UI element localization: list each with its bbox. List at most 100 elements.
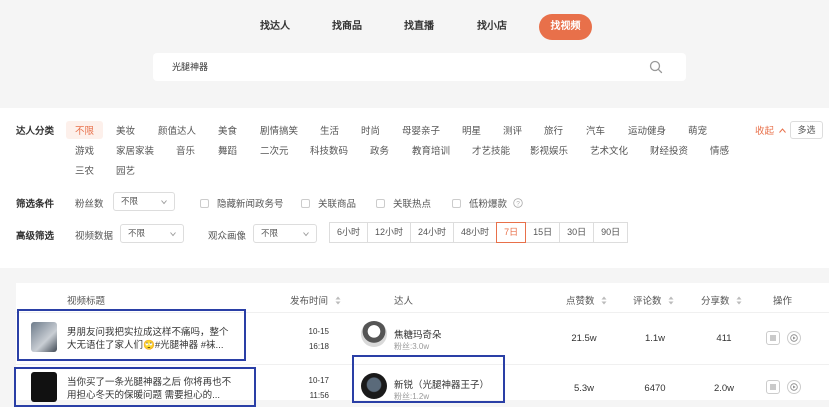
tab-find-product[interactable]: 找商品 <box>324 14 370 40</box>
category-item[interactable]: 家居家装 <box>116 143 154 157</box>
category-item[interactable]: 颜值达人 <box>158 123 196 137</box>
advanced-label: 高级筛选 <box>16 231 55 242</box>
category-item[interactable]: 测评 <box>503 123 522 137</box>
collapse-label: 收起 <box>755 126 775 137</box>
related-hot-checkbox[interactable]: 关联热点 <box>376 196 431 210</box>
play-button[interactable] <box>787 380 801 394</box>
category-item[interactable]: 三农 <box>75 163 94 177</box>
category-item[interactable]: 美妆 <box>116 123 135 137</box>
category-item[interactable]: 情感 <box>710 143 729 157</box>
search-input[interactable]: 光腿神器 <box>153 53 686 81</box>
category-item[interactable]: 游戏 <box>75 143 94 157</box>
svg-text:?: ? <box>516 200 520 207</box>
category-item[interactable]: 美食 <box>218 123 237 137</box>
help-icon[interactable]: ? <box>512 198 523 208</box>
search-input-value[interactable]: 光腿神器 <box>172 53 208 81</box>
publish-time: 16:18 <box>308 342 329 351</box>
related-product-checkbox[interactable]: 关联商品 <box>301 196 356 210</box>
search-type-tabs: 找达人 找商品 找直播 找小店 找视频 <box>0 14 829 40</box>
sort-icon[interactable] <box>335 296 341 305</box>
search-icon[interactable] <box>649 60 663 74</box>
comments-count: 6470 <box>644 383 666 394</box>
screen-label: 筛选条件 <box>16 199 55 210</box>
category-item[interactable]: 政务 <box>370 143 389 157</box>
play-button[interactable] <box>787 331 801 345</box>
category-item[interactable]: 运动健身 <box>628 123 666 137</box>
time-range-12h[interactable]: 12小时 <box>367 222 412 243</box>
video-data-value: 不限 <box>128 228 146 238</box>
col-actions: 操作 <box>773 296 793 307</box>
fans-label: 粉丝数 <box>75 199 104 210</box>
col-comments[interactable]: 评论数 <box>633 293 674 307</box>
avatar[interactable] <box>361 321 387 347</box>
col-likes[interactable]: 点赞数 <box>566 293 607 307</box>
creator-fans: 粉丝:3.0w <box>394 342 430 351</box>
tab-find-creator[interactable]: 找达人 <box>252 14 298 40</box>
multi-select-button[interactable]: 多选 <box>790 121 823 139</box>
time-range-15d[interactable]: 15日 <box>525 222 561 243</box>
category-item[interactable]: 财经投资 <box>650 143 688 157</box>
time-range-48h[interactable]: 48小时 <box>453 222 498 243</box>
hide-news-checkbox[interactable]: 隐藏新闻政务号 <box>200 196 284 210</box>
category-item[interactable]: 教育培训 <box>412 143 450 157</box>
tab-find-live[interactable]: 找直播 <box>396 14 442 40</box>
checkbox-box[interactable] <box>301 199 310 208</box>
col-shares-label: 分享数 <box>701 296 730 307</box>
shares-count: 2.0w <box>713 383 735 394</box>
checkbox-label: 关联热点 <box>393 199 432 210</box>
tab-find-video[interactable]: 找视频 <box>539 14 592 40</box>
fans-select[interactable]: 不限 <box>113 192 175 211</box>
category-item[interactable]: 影视娱乐 <box>530 143 568 157</box>
category-item[interactable]: 科技数码 <box>310 143 348 157</box>
category-item[interactable]: 旅行 <box>544 123 563 137</box>
col-title: 视频标题 <box>67 296 106 307</box>
video-table: 视频标题 发布时间 达人 点赞数 评论数 分享数 操作 男朋友问我把实拉成这样不… <box>14 283 829 407</box>
category-item[interactable]: 生活 <box>320 123 339 137</box>
audience-select[interactable]: 不限 <box>253 224 317 243</box>
sort-icon[interactable] <box>668 296 674 305</box>
sort-icon[interactable] <box>736 296 742 305</box>
detail-button[interactable] <box>766 331 780 345</box>
category-item[interactable]: 艺术文化 <box>590 143 628 157</box>
highlight-box <box>17 309 246 361</box>
category-item[interactable]: 园艺 <box>116 163 135 177</box>
time-range-7d[interactable]: 7日 <box>496 222 527 243</box>
col-time[interactable]: 发布时间 <box>290 293 341 307</box>
collapse-toggle[interactable]: 收起 <box>755 123 786 137</box>
col-likes-label: 点赞数 <box>566 296 595 307</box>
checkbox-box[interactable] <box>376 199 385 208</box>
category-item[interactable]: 剧情搞笑 <box>260 123 298 137</box>
likes-count: 5.3w <box>573 383 595 394</box>
video-data-select[interactable]: 不限 <box>120 224 184 243</box>
category-item[interactable]: 音乐 <box>176 143 195 157</box>
time-range-24h[interactable]: 24小时 <box>410 222 455 243</box>
chevron-down-icon <box>170 232 176 237</box>
likes-count: 21.5w <box>571 333 597 344</box>
category-item[interactable]: 母婴亲子 <box>402 123 440 137</box>
time-range-90d[interactable]: 90日 <box>593 222 629 243</box>
category-item[interactable]: 二次元 <box>260 143 289 157</box>
category-item[interactable]: 明星 <box>462 123 481 137</box>
chevron-down-icon <box>161 200 167 205</box>
category-item[interactable]: 舞蹈 <box>218 143 237 157</box>
low-fan-hit-checkbox[interactable]: 低粉爆款 ? <box>452 196 523 210</box>
detail-button[interactable] <box>766 380 780 394</box>
category-label: 达人分类 <box>16 126 55 137</box>
sort-icon[interactable] <box>601 296 607 305</box>
time-range-6h[interactable]: 6小时 <box>329 222 369 243</box>
category-item[interactable]: 才艺技能 <box>472 143 510 157</box>
checkbox-box[interactable] <box>452 199 461 208</box>
checkbox-box[interactable] <box>200 199 209 208</box>
category-all[interactable]: 不限 <box>66 121 104 139</box>
creator-name[interactable]: 焦糖玛奇朵 <box>394 327 442 341</box>
category-item[interactable]: 时尚 <box>361 123 380 137</box>
col-shares[interactable]: 分享数 <box>701 293 742 307</box>
category-item[interactable]: 萌宠 <box>688 123 707 137</box>
chevron-down-icon <box>303 232 309 237</box>
comments-count: 1.1w <box>644 333 666 344</box>
time-range-30d[interactable]: 30日 <box>559 222 595 243</box>
highlight-box <box>352 355 505 403</box>
tab-find-shop[interactable]: 找小店 <box>469 14 515 40</box>
category-item[interactable]: 汽车 <box>586 123 605 137</box>
shares-count: 411 <box>716 333 732 344</box>
